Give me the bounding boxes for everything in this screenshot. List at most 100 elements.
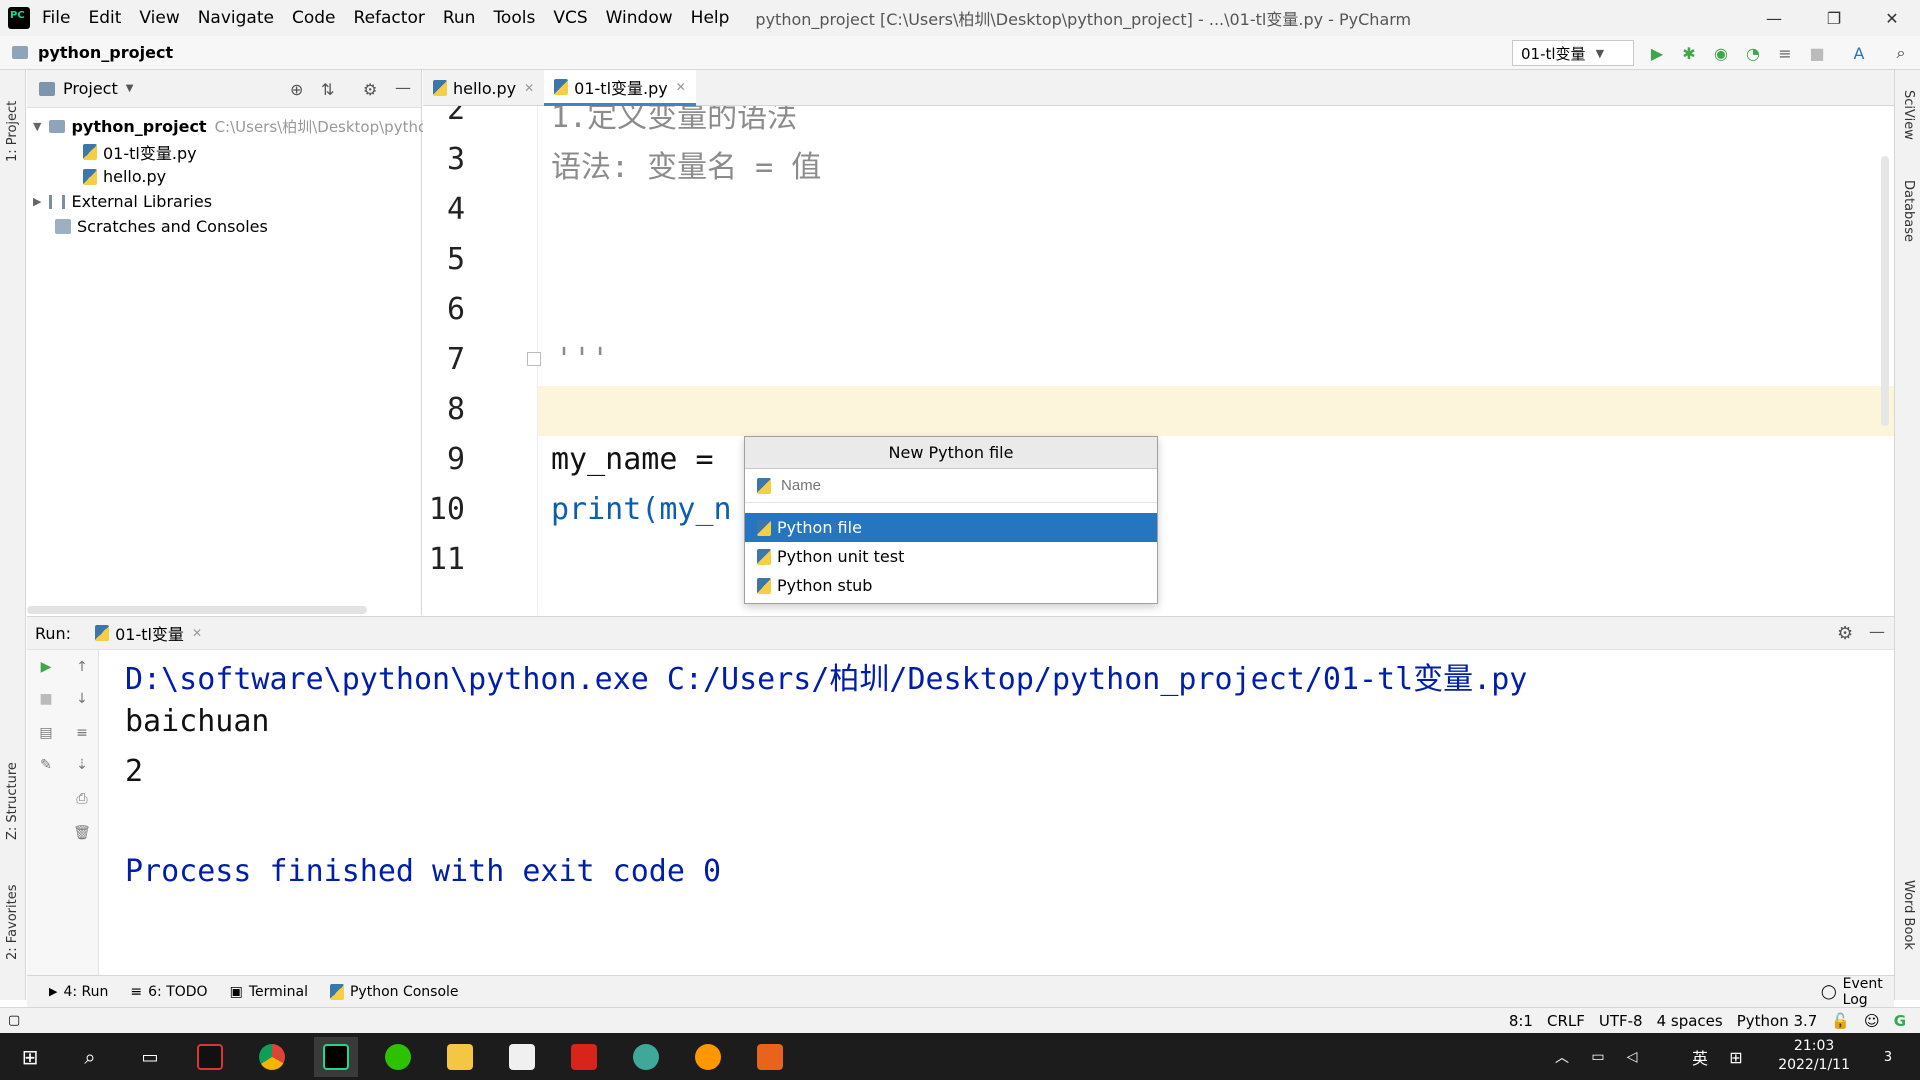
hide-panel-icon[interactable]: — <box>395 78 411 97</box>
media-player-icon[interactable] <box>748 1037 792 1077</box>
project-tool-tab[interactable]: 1: Project <box>5 82 20 162</box>
qq-icon[interactable] <box>188 1037 232 1077</box>
tray-volume-icon[interactable]: ◁ <box>1610 1037 1654 1077</box>
tool-tab-run[interactable]: ▶ 4: Run <box>49 984 108 1000</box>
scroll-to-end-icon[interactable]: ⇣ <box>71 754 93 776</box>
pin-icon[interactable]: ✎ <box>35 754 57 776</box>
trash-icon[interactable]: 🗑 <box>71 822 93 844</box>
profile-icon[interactable]: ◔ <box>1742 42 1764 64</box>
search-icon[interactable]: ⌕ <box>1890 42 1912 64</box>
tree-item-external-libraries[interactable]: ▶ External Libraries <box>33 189 212 214</box>
name-input[interactable] <box>781 477 1141 494</box>
stop-icon[interactable]: ■ <box>1806 42 1828 64</box>
search-icon[interactable]: ⌕ <box>68 1037 112 1077</box>
chevron-down-icon[interactable]: ▼ <box>126 83 134 94</box>
minimize-button[interactable]: — <box>1744 0 1804 36</box>
run-icon[interactable]: ▶ <box>1646 42 1668 64</box>
python-interpreter[interactable]: Python 3.7 <box>1737 1012 1818 1030</box>
google-icon[interactable]: G <box>1894 1012 1906 1030</box>
inspector-icon[interactable]: ☺ <box>1864 1012 1880 1030</box>
down-arrow-icon[interactable]: ↓ <box>71 688 93 710</box>
wordbook-tool-tab[interactable]: Word Book <box>1901 880 1916 950</box>
file-encoding[interactable]: UTF-8 <box>1599 1012 1643 1030</box>
close-icon[interactable]: ✕ <box>676 80 686 94</box>
chevron-down-icon[interactable]: ▼ <box>33 120 41 133</box>
name-field[interactable] <box>745 469 1157 503</box>
recorder-icon[interactable] <box>686 1037 730 1077</box>
line-separator[interactable]: CRLF <box>1547 1012 1585 1030</box>
menu-view[interactable]: View <box>139 8 179 28</box>
menu-file[interactable]: File <box>42 8 70 28</box>
up-arrow-icon[interactable]: ↑ <box>71 656 93 678</box>
hide-panel-icon[interactable]: — <box>1869 622 1885 641</box>
collapse-all-icon[interactable]: ⇅ <box>321 80 334 99</box>
horizontal-scrollbar[interactable] <box>27 606 367 614</box>
chevron-right-icon[interactable]: ▶ <box>33 195 41 208</box>
coverage-icon[interactable]: ◉ <box>1710 42 1732 64</box>
concurrency-icon[interactable]: ≡ <box>1774 42 1796 64</box>
database-tool-tab[interactable]: Database <box>1901 180 1916 242</box>
tool-tab-event-log[interactable]: ◯ Event Log <box>1821 976 1894 1008</box>
app-icon[interactable] <box>624 1037 668 1077</box>
option-python-stub[interactable]: Python stub <box>745 571 1157 600</box>
gear-icon[interactable]: ⚙ <box>1837 623 1853 644</box>
structure-tool-tab[interactable]: Z: Structure <box>5 750 20 840</box>
soft-wrap-icon[interactable]: ≡ <box>71 722 93 744</box>
restore-button[interactable]: ❐ <box>1804 0 1864 36</box>
fold-marker-icon[interactable] <box>527 352 541 366</box>
taskbar-clock[interactable]: 21:03 2022/1/11 <box>1778 1037 1850 1075</box>
tree-item-project-root[interactable]: ▼ python_project C:\Users\柏圳\Desktop\pyt… <box>33 114 444 139</box>
typora-icon[interactable] <box>500 1037 544 1077</box>
wps-icon[interactable] <box>562 1037 606 1077</box>
menu-window[interactable]: Window <box>606 8 673 28</box>
tool-tab-terminal[interactable]: ▣ Terminal <box>230 984 308 1000</box>
tree-item-scratches[interactable]: Scratches and Consoles <box>55 214 268 239</box>
menu-refactor[interactable]: Refactor <box>354 8 425 28</box>
gear-icon[interactable]: ⚙ <box>363 80 377 99</box>
run-config-selector[interactable]: 01-tl变量 ▼ <box>1512 40 1634 66</box>
close-icon[interactable]: ✕ <box>192 626 202 640</box>
close-window-button[interactable]: ✕ <box>1862 0 1920 36</box>
task-view-icon[interactable]: ▭ <box>128 1037 172 1077</box>
debug-icon[interactable]: ✱ <box>1678 42 1700 64</box>
tab-hello[interactable]: hello.py ✕ <box>423 70 544 106</box>
vertical-scrollbar[interactable] <box>1881 156 1889 426</box>
chrome-icon[interactable] <box>250 1037 294 1077</box>
windows-start-icon[interactable]: ⊞ <box>8 1037 52 1077</box>
tool-tab-todo[interactable]: ≡ 6: TODO <box>130 984 207 1000</box>
stop-icon[interactable]: ■ <box>35 688 57 710</box>
toggle-tool-windows-icon[interactable]: ▢ <box>8 1013 20 1028</box>
menu-run[interactable]: Run <box>443 8 476 28</box>
notification-center-icon[interactable]: 3 <box>1866 1037 1910 1077</box>
menu-help[interactable]: Help <box>691 8 730 28</box>
file-explorer-icon[interactable] <box>438 1037 482 1077</box>
close-icon[interactable]: ✕ <box>524 81 534 95</box>
tab-variables[interactable]: 01-tl变量.py ✕ <box>544 70 696 106</box>
sciview-tool-tab[interactable]: SciView <box>1901 90 1916 140</box>
translate-icon[interactable]: A <box>1848 42 1870 64</box>
project-panel-title[interactable]: Project <box>63 79 118 98</box>
tree-item-file[interactable]: 01-tl变量.py <box>83 139 197 164</box>
indent-setting[interactable]: 4 spaces <box>1657 1012 1723 1030</box>
lock-icon[interactable]: 🔓 <box>1831 1012 1850 1030</box>
menu-tools[interactable]: Tools <box>493 8 535 28</box>
menu-vcs[interactable]: VCS <box>553 8 587 28</box>
option-python-file[interactable]: Python file <box>745 513 1157 542</box>
wechat-icon[interactable] <box>376 1037 420 1077</box>
menu-code[interactable]: Code <box>292 8 336 28</box>
tool-tab-python-console[interactable]: Python Console <box>329 983 459 1000</box>
ime-mode-icon[interactable]: ⊞ <box>1714 1037 1758 1077</box>
rerun-icon[interactable]: ▶ <box>35 656 57 678</box>
tree-item-file[interactable]: hello.py <box>83 164 166 189</box>
print-icon[interactable]: ⎙ <box>71 788 93 810</box>
pycharm-taskbar-icon[interactable] <box>314 1037 358 1077</box>
run-console[interactable]: ▶ ↑ ■ ↓ ▤ ≡ ✎ ⇣ ⎙ 🗑 D:\software\python\p… <box>27 650 1894 975</box>
breadcrumb-project[interactable]: python_project <box>38 43 173 62</box>
layout-icon[interactable]: ▤ <box>35 722 57 744</box>
menu-edit[interactable]: Edit <box>88 8 121 28</box>
locate-icon[interactable]: ⊕ <box>290 80 303 99</box>
code-editor[interactable]: 2 3 4 5 6 7 8 9 10 11 1.定义变量的语法 语法: 变量名 … <box>423 106 1894 615</box>
caret-position[interactable]: 8:1 <box>1509 1012 1533 1030</box>
favorites-tool-tab[interactable]: 2: Favorites <box>5 870 20 960</box>
option-python-unit-test[interactable]: Python unit test <box>745 542 1157 571</box>
